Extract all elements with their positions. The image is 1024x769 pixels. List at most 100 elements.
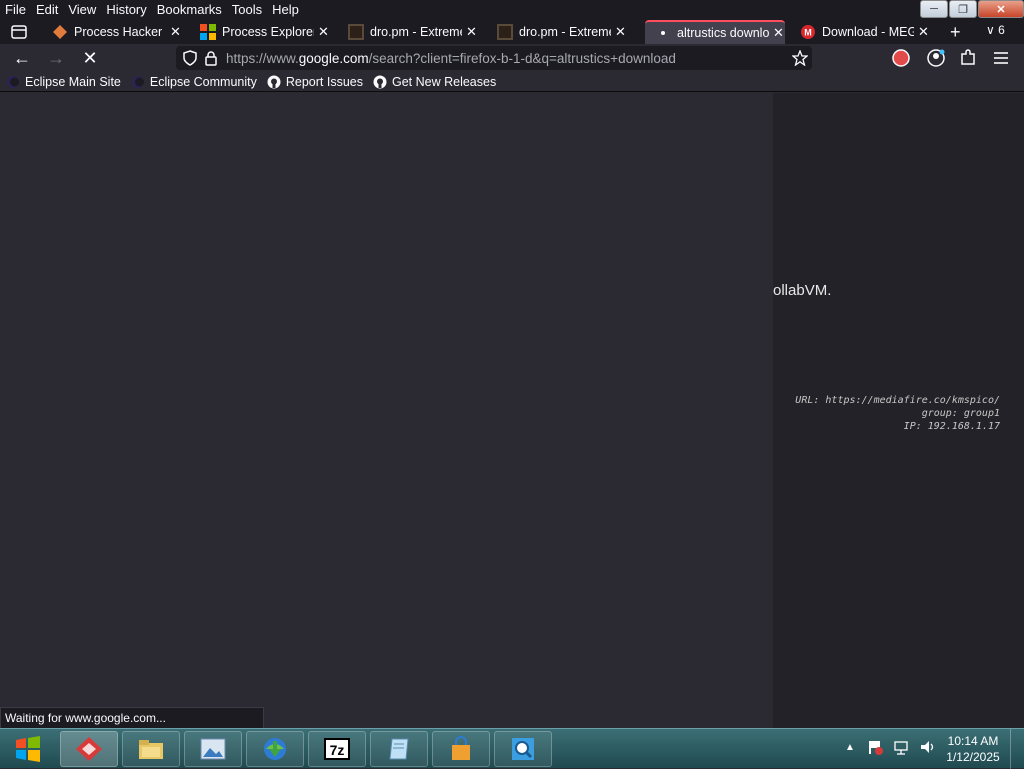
system-clock[interactable]: 10:14 AM 1/12/2025 — [940, 733, 1006, 765]
tab-dro-pm-2[interactable]: dro.pm - Extreme ✕ — [497, 20, 637, 44]
volume-icon[interactable] — [919, 739, 937, 755]
tab-process-hacker[interactable]: Process Hacker d ✕ — [52, 20, 192, 44]
close-tab-icon[interactable]: ✕ — [773, 25, 785, 41]
ip-info-line: IP: 192.168.1.17 — [903, 421, 1000, 432]
bookmark-label: Eclipse Main Site — [25, 74, 121, 89]
windows-logo-icon — [200, 24, 216, 40]
system-tray: ▲ — [845, 739, 937, 755]
image-viewer-icon — [200, 738, 226, 760]
tab-title: Process Explorer · — [222, 25, 314, 39]
taskbar: 7z ▲ 10:14 AM 1/12/2025 — [0, 728, 1024, 769]
menu-history[interactable]: History — [101, 0, 151, 20]
taskbar-search-magnifier[interactable] — [494, 731, 552, 767]
clock-time: 10:14 AM — [947, 734, 999, 748]
bookmark-label: Report Issues — [285, 74, 363, 89]
bookmark-report-issues[interactable]: Report Issues — [267, 75, 363, 89]
extensions-puzzle-icon[interactable] — [958, 48, 978, 73]
loading-dot-icon — [655, 25, 671, 41]
taskbar-explorer[interactable] — [122, 731, 180, 767]
shopping-bag-icon — [452, 736, 470, 760]
start-button[interactable] — [6, 731, 50, 767]
github-icon — [267, 75, 281, 88]
lock-icon[interactable] — [204, 50, 218, 71]
menu-bookmarks[interactable]: Bookmarks — [152, 0, 227, 20]
page-content-loading — [0, 93, 773, 728]
menu-view[interactable]: View — [63, 0, 101, 20]
show-hidden-icons-icon[interactable]: ▲ — [845, 742, 855, 753]
menu-tools[interactable]: Tools — [227, 0, 267, 20]
url-bar[interactable]: https://www.google.com/search?client=fir… — [176, 46, 812, 70]
list-all-tabs-button[interactable]: ∨ 6 — [986, 23, 1005, 37]
network-icon[interactable] — [893, 739, 909, 755]
tab-process-explorer[interactable]: Process Explorer · ✕ — [200, 20, 340, 44]
bookmark-eclipse-main-site[interactable]: Eclipse Main Site — [6, 75, 121, 89]
minimize-button[interactable]: ─ — [920, 0, 948, 18]
close-tab-icon[interactable]: ✕ — [615, 24, 627, 40]
tab-bar: Process Hacker d ✕ Process Explorer · ✕ … — [0, 20, 1024, 44]
app-menu-hamburger-icon[interactable] — [992, 48, 1010, 73]
extension-red-icon[interactable] — [891, 48, 911, 73]
svg-text:7z: 7z — [330, 742, 345, 758]
red-envelope-icon — [76, 737, 102, 761]
vm-info-overlay: URL: https://mediafire.co/kmspico/ group… — [795, 394, 1000, 433]
windows-start-icon — [16, 736, 40, 762]
back-button[interactable]: ← — [10, 46, 34, 70]
menu-bar: File Edit View History Bookmarks Tools H… — [0, 0, 1024, 20]
tab-title: altrustics downlo — [677, 26, 769, 40]
tab-mega-download[interactable]: M Download - MEG ✕ — [800, 20, 940, 44]
url-path: /search?client=firefox-b-1-d&q=altrustic… — [368, 50, 676, 66]
folder-icon — [139, 740, 163, 759]
eclipse-icon — [131, 75, 144, 88]
tab-altrustics-active[interactable]: altrustics downlo ✕ — [645, 20, 785, 44]
bookmark-star-icon[interactable] — [791, 49, 809, 71]
bookmark-label: Get New Releases — [391, 74, 497, 89]
url-prefix: https://www. — [226, 50, 299, 66]
collabvm-text: ollabVM. — [773, 282, 832, 299]
new-tab-button[interactable]: + — [950, 22, 961, 43]
bookmark-get-new-releases[interactable]: Get New Releases — [373, 75, 496, 89]
action-center-flag-icon[interactable] — [867, 739, 883, 755]
url-info-line: URL: https://mediafire.co/kmspico/ — [795, 395, 1000, 406]
bookmark-eclipse-community[interactable]: Eclipse Community — [131, 75, 257, 89]
menu-edit[interactable]: Edit — [31, 0, 63, 20]
tab-dro-pm-1[interactable]: dro.pm - Extreme ✕ — [348, 20, 488, 44]
close-tab-icon[interactable]: ✕ — [170, 24, 182, 40]
magnifier-icon — [512, 738, 534, 760]
show-desktop-button[interactable] — [1010, 729, 1024, 769]
menu-help[interactable]: Help — [267, 0, 304, 20]
tab-overview-icon[interactable] — [8, 22, 30, 42]
clock-date: 1/12/2025 — [946, 750, 1000, 764]
navigation-bar: ← → ✕ https://www.google.com/search?clie… — [0, 44, 1024, 72]
taskbar-7zip[interactable]: 7z — [308, 731, 366, 767]
close-window-button[interactable]: ✕ — [978, 0, 1024, 18]
tab-title: Process Hacker d — [74, 25, 166, 39]
eclipse-icon — [7, 75, 19, 88]
dro-pm-icon — [348, 24, 364, 40]
menu-file[interactable]: File — [0, 0, 31, 20]
taskbar-shopping-bag[interactable] — [432, 731, 490, 767]
tab-title: dro.pm - Extreme — [370, 25, 462, 39]
account-icon[interactable] — [926, 48, 946, 73]
svg-text:M: M — [804, 28, 812, 38]
group-info-line: group: group1 — [921, 408, 1000, 419]
shield-icon[interactable] — [182, 50, 198, 71]
dro-pm-icon — [497, 24, 513, 40]
taskbar-notepad[interactable] — [370, 731, 428, 767]
globe-download-icon — [264, 738, 286, 760]
tab-count: 6 — [998, 23, 1005, 37]
restore-button[interactable]: ❐ — [949, 0, 977, 18]
close-tab-icon[interactable]: ✕ — [318, 24, 330, 40]
stop-loading-button[interactable]: ✕ — [78, 46, 102, 70]
taskbar-app-red[interactable] — [60, 731, 118, 767]
taskbar-internet-download-manager[interactable] — [246, 731, 304, 767]
github-icon — [373, 75, 387, 88]
taskbar-photo-viewer[interactable] — [184, 731, 242, 767]
tab-title: dro.pm - Extreme — [519, 25, 611, 39]
close-tab-icon[interactable]: ✕ — [918, 24, 930, 40]
url-text[interactable]: https://www.google.com/search?client=fir… — [226, 51, 676, 66]
process-hacker-icon — [52, 24, 68, 40]
7zip-icon: 7z — [324, 738, 350, 760]
bookmarks-toolbar: Eclipse Main Site Eclipse Community Repo… — [0, 72, 1024, 92]
close-tab-icon[interactable]: ✕ — [466, 24, 478, 40]
forward-button[interactable]: → — [44, 46, 68, 70]
